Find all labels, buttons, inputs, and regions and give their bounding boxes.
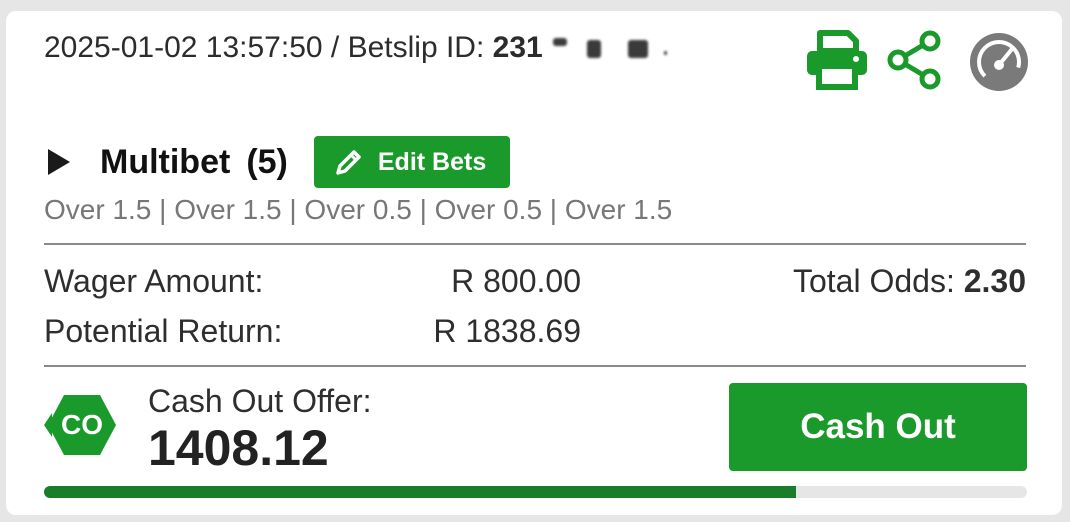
redacted-id-block (664, 51, 668, 56)
print-icon[interactable] (804, 29, 870, 91)
redacted-id-block (627, 40, 648, 59)
cash-out-offer-value: 1408.12 (148, 420, 329, 476)
bet-leg-count: (5) (246, 142, 288, 181)
edit-bets-button[interactable]: Edit Bets (313, 136, 510, 188)
betslip-meta: 2025-01-02 13:57:50 / Betslip ID: 231 (44, 31, 668, 65)
betslip-card: 2025-01-02 13:57:50 / Betslip ID: 231 Mu… (6, 11, 1062, 515)
meta-separator: / (322, 31, 348, 64)
redacted-id-block (587, 40, 602, 59)
wager-amount-label: Wager Amount: (44, 263, 264, 299)
cash-out-logo-text: CO (61, 409, 103, 440)
cash-out-offer-label: Cash Out Offer: (148, 383, 372, 419)
selections-summary: Over 1.5 | Over 1.5 | Over 0.5 | Over 0.… (44, 194, 673, 225)
share-icon[interactable] (886, 29, 942, 91)
redacted-id-block (553, 38, 568, 47)
wager-amount-value: R 800.00 (451, 263, 581, 299)
cash-out-logo-icon: CO (42, 387, 122, 463)
cash-out-progress-fill (44, 486, 796, 498)
betslip-id-value: 231 (492, 31, 543, 64)
bet-datetime: 2025-01-02 13:57:50 (44, 31, 323, 64)
total-odds-label: Total Odds: (792, 263, 964, 299)
bet-title-row: Multibet (5) Edit Bets (48, 136, 510, 188)
bet-type-title: Multibet (100, 142, 231, 181)
betslip-id-label: Betslip ID: (347, 31, 493, 64)
potential-return-value: R 1838.69 (433, 313, 581, 349)
edit-bets-label: Edit Bets (377, 147, 487, 176)
divider (44, 365, 1026, 367)
potential-return-label: Potential Return: (44, 313, 283, 349)
total-odds: Total Odds: 2.30 (793, 263, 1026, 300)
cash-out-button[interactable]: Cash Out (729, 383, 1027, 471)
divider (44, 243, 1026, 245)
cash-out-progress-bar (44, 486, 1027, 498)
expand-triangle-icon[interactable] (48, 149, 70, 175)
pencil-icon (336, 150, 361, 175)
speedometer-icon[interactable] (968, 31, 1030, 93)
total-odds-value: 2.30 (963, 263, 1026, 299)
